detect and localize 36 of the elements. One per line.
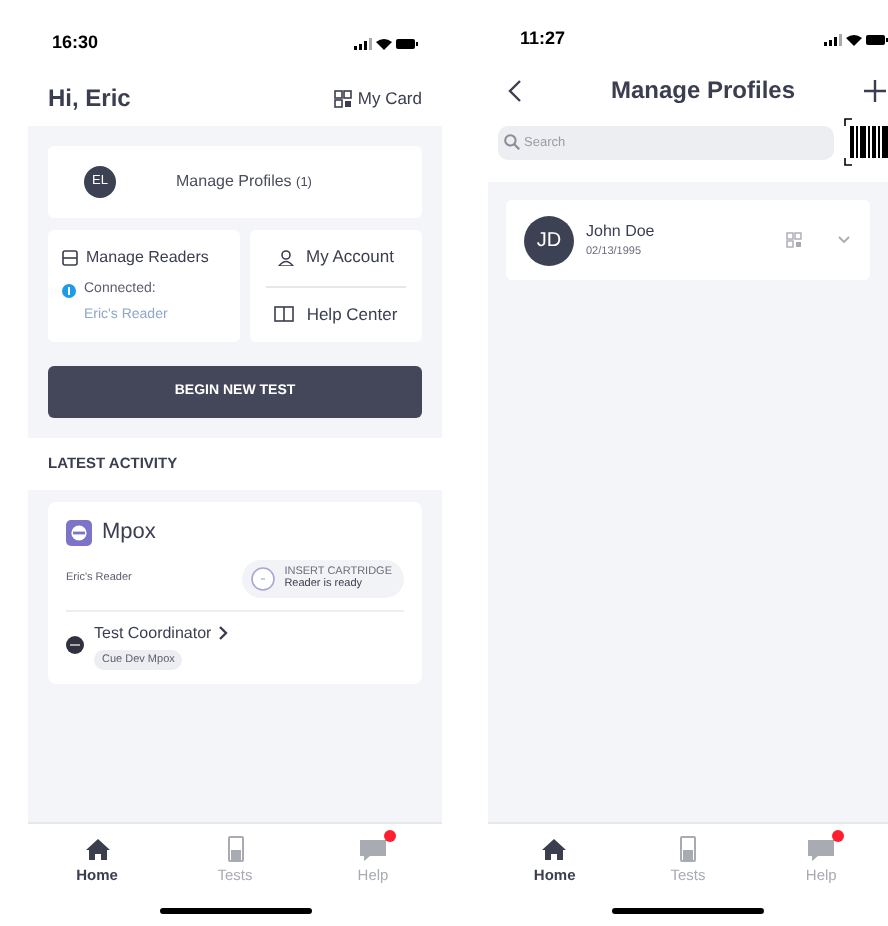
activity-title: Mpox (102, 518, 156, 548)
greeting: Hi, Eric (48, 82, 131, 116)
screen-title: Manage Profiles (610, 74, 796, 108)
home-icon (83, 835, 111, 862)
status-time: 11:27 (520, 26, 566, 53)
home-icon (540, 835, 569, 862)
coordinator-icon (66, 636, 84, 655)
coordinator-link[interactable]: Test Coordinator (94, 621, 228, 645)
my-account-button[interactable]: My Account (266, 230, 406, 285)
book-icon (274, 306, 295, 323)
reader-icon (62, 250, 78, 266)
battery-icon (396, 38, 418, 50)
back-icon (508, 79, 522, 101)
person-icon (278, 249, 295, 266)
signal-icon (824, 34, 842, 46)
qr-code-icon (786, 232, 802, 248)
chevron-right-icon (217, 626, 228, 640)
wifi-icon (376, 38, 392, 50)
status-time: 16:30 (52, 30, 99, 57)
chat-bubble-icon (807, 835, 836, 862)
progress-ring-icon (250, 565, 277, 591)
chevron-down-icon (838, 236, 850, 244)
battery-icon (866, 34, 888, 46)
qr-code-icon (333, 89, 352, 107)
profile-name: John Doe (586, 219, 657, 244)
avatar: JD (524, 215, 574, 265)
my-card-button[interactable]: My Card (333, 85, 422, 111)
search-icon (504, 134, 520, 150)
barcode-scan-icon (844, 118, 888, 166)
manage-readers-button[interactable]: Manage Readers (62, 246, 226, 270)
chat-bubble-icon (359, 835, 387, 862)
add-icon (864, 79, 886, 101)
help-center-button[interactable]: Help Center (266, 285, 406, 342)
wifi-icon (846, 34, 862, 46)
test-badge-icon (66, 519, 92, 546)
signal-icon (354, 38, 372, 50)
